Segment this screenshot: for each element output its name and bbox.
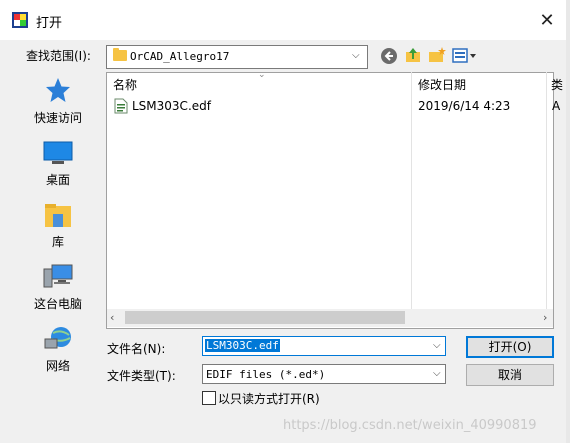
place-this-pc-label: 这台电脑 [33,297,82,311]
file-extra-cell: A [552,99,561,113]
column-modified-header[interactable]: 修改日期 [418,76,466,93]
computer-icon [42,263,74,291]
places-bar: 快速访问 桌面 库 这台电脑 网络 [16,69,100,435]
up-folder-icon[interactable] [404,46,424,66]
close-icon[interactable]: ✕ [536,10,558,32]
scroll-left-icon[interactable]: ‹ [110,311,114,324]
desktop-icon [43,141,73,165]
library-icon [44,203,72,229]
file-type-value: EDIF files (*.ed*) [206,368,326,381]
file-type-label: 文件类型(T): [107,369,176,383]
column-name-header[interactable]: 名称 [113,76,137,93]
file-name-label: 文件名(N): [107,342,166,356]
table-row[interactable]: LSM303C.edf 2019/6/14 4:23 A [111,96,560,117]
place-network-label: 网络 [45,359,70,373]
scroll-right-icon[interactable]: › [543,311,547,324]
column-extra-header[interactable]: 类 [551,76,563,93]
chevron-down-icon[interactable]: ⌵ [433,340,441,351]
place-libraries[interactable] [16,203,100,229]
place-quick-access-label: 快速访问 [33,111,82,125]
file-name-value: LSM303C.edf [205,339,280,352]
sort-arrow-icon: ⌄ [258,70,266,80]
window-title: 打开 [36,16,63,31]
title-bar [0,0,570,40]
app-icon [12,12,28,28]
read-only-label: 以只读方式打开(R) [218,392,320,406]
folder-icon [113,48,127,61]
network-icon [43,325,73,353]
read-only-checkbox[interactable] [202,391,216,405]
watermark-text: https://blog.csdn.net/weixin_40990819 [283,418,537,433]
place-network[interactable] [16,325,100,353]
file-name-cell: LSM303C.edf [132,99,211,113]
view-menu-icon[interactable] [452,47,476,67]
look-in-label: 查找范围(I): [26,49,91,63]
chevron-down-icon[interactable]: ⌵ [433,368,441,379]
place-this-pc[interactable] [16,263,100,291]
scrollbar-thumb[interactable] [125,311,405,324]
place-quick-access[interactable] [16,77,100,103]
look-in-value: OrCAD_Allegro17 [130,50,230,63]
place-libraries-label: 库 [51,235,64,249]
file-modified-cell: 2019/6/14 4:23 [418,99,511,113]
back-icon[interactable] [380,47,400,67]
place-desktop[interactable] [16,141,100,165]
chevron-down-icon[interactable]: ⌵ [352,50,360,61]
star-icon [45,77,71,103]
file-icon [114,98,128,117]
new-folder-icon[interactable] [428,46,448,66]
window-edge [566,0,570,443]
place-desktop-label: 桌面 [45,173,70,187]
open-button[interactable]: 打开(O) [466,336,554,358]
cancel-button[interactable]: 取消 [466,364,554,386]
